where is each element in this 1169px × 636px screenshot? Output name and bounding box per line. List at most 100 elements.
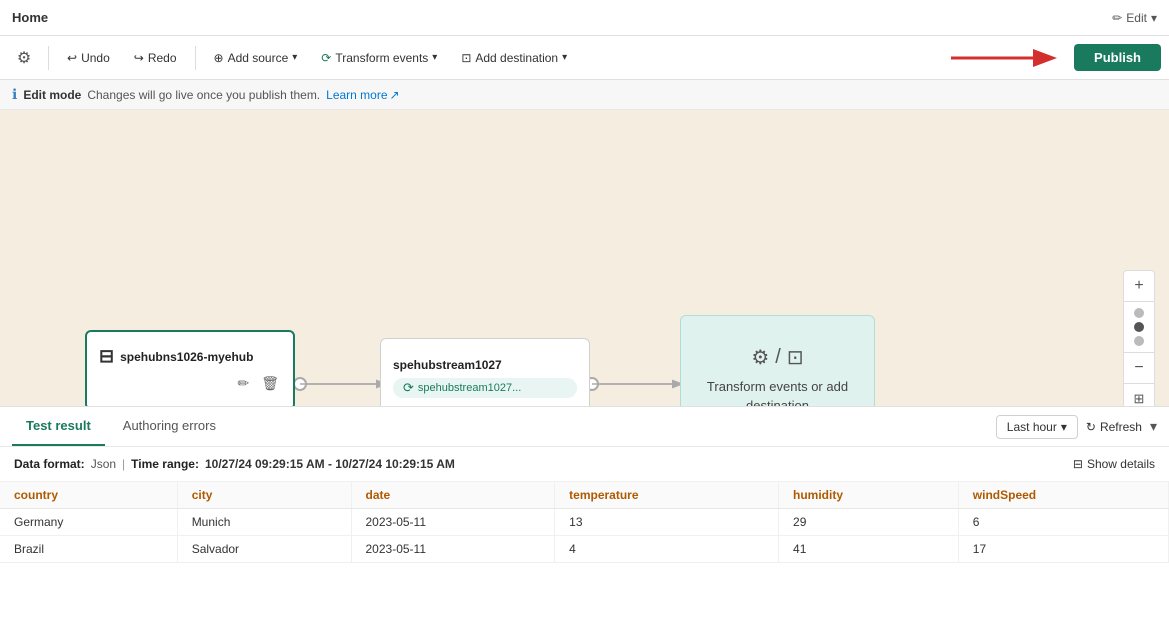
time-range-label: Time range: <box>131 457 199 471</box>
data-format-value: Json <box>91 457 116 471</box>
info-icon: ℹ <box>12 86 17 103</box>
edit-button[interactable]: ✏ Edit ▾ <box>1112 11 1157 25</box>
col-temperature: temperature <box>555 482 779 509</box>
add-destination-button[interactable]: ⊡ Add destination ▾ <box>451 47 577 69</box>
col-country: country <box>0 482 177 509</box>
data-table: country city date temperature humidity w… <box>0 482 1169 563</box>
settings-icon: ⚙ <box>17 48 31 68</box>
time-range-value: 10/27/24 09:29:15 AM - 10/27/24 10:29:15… <box>205 457 455 471</box>
time-filter-select[interactable]: Last hour ▾ <box>996 415 1078 439</box>
table-cell: 6 <box>958 509 1168 536</box>
time-filter-chevron-icon: ▾ <box>1061 420 1067 434</box>
canvas: ⊟ spehubns1026-myehub ✏ 🗑 spehubstream10… <box>0 110 1169 406</box>
tabs-bar: Test result Authoring errors Last hour ▾… <box>0 407 1169 447</box>
action-node[interactable]: ⚙ / ⊡ Transform events or add destinatio… <box>680 315 875 406</box>
title-bar: Home ✏ Edit ▾ <box>0 0 1169 36</box>
stream-node-name: spehubstream1027 <box>393 358 577 372</box>
tabs-right-controls: Last hour ▾ ↻ Refresh ▾ <box>996 415 1157 439</box>
undo-button[interactable]: ↩ Undo <box>57 47 120 69</box>
action-destination-icon: ⊡ <box>787 345 804 370</box>
edit-pencil-icon: ✏ <box>1112 11 1122 25</box>
zoom-out-button[interactable]: − <box>1124 353 1154 383</box>
table-row: BrazilSalvador2023-05-1144117 <box>0 536 1169 563</box>
add-source-label: Add source <box>228 51 289 65</box>
stream-tag: ⟳ spehubstream1027... <box>393 378 577 398</box>
add-source-chevron-icon: ▾ <box>292 52 297 63</box>
zoom-dot-1 <box>1134 308 1144 318</box>
zoom-in-button[interactable]: + <box>1124 271 1154 301</box>
action-separator: / <box>775 346 781 369</box>
add-source-button[interactable]: ⊕ Add source ▾ <box>204 47 308 69</box>
transform-events-label: Transform events <box>335 51 428 65</box>
toolbar-divider <box>48 46 49 70</box>
tab-authoring-errors[interactable]: Authoring errors <box>109 407 230 446</box>
edit-mode-label: Edit mode <box>23 88 81 102</box>
table-cell: Salvador <box>177 536 351 563</box>
table-cell: 17 <box>958 536 1168 563</box>
table-cell: Brazil <box>0 536 177 563</box>
zoom-dot-3 <box>1134 336 1144 346</box>
table-cell: 29 <box>779 509 959 536</box>
fit-view-button[interactable]: ⊞ <box>1124 384 1154 406</box>
edit-mode-message: Changes will go live once you publish th… <box>87 88 320 102</box>
tab-test-result[interactable]: Test result <box>12 407 105 446</box>
tabs-list: Test result Authoring errors <box>12 407 234 446</box>
action-node-icons: ⚙ / ⊡ <box>751 345 803 370</box>
data-table-container: country city date temperature humidity w… <box>0 482 1169 636</box>
publish-label: Publish <box>1094 50 1141 65</box>
table-cell: 4 <box>555 536 779 563</box>
zoom-dot-active <box>1134 322 1144 332</box>
toolbar-divider2 <box>195 46 196 70</box>
show-details-label: Show details <box>1087 457 1155 471</box>
zoom-slider <box>1134 302 1144 352</box>
tab-test-result-label: Test result <box>26 418 91 433</box>
source-delete-button[interactable]: 🗑 <box>259 373 281 394</box>
source-node-icon: ⊟ <box>99 346 114 367</box>
source-edit-button[interactable]: ✏ <box>235 373 251 394</box>
action-settings-icon: ⚙ <box>751 345 769 370</box>
publish-button[interactable]: Publish <box>1074 44 1161 71</box>
learn-more-link[interactable]: Learn more ↗ <box>326 88 399 102</box>
transform-icon: ⟳ <box>321 51 331 65</box>
add-destination-chevron-icon: ▾ <box>562 52 567 63</box>
edit-label: Edit <box>1126 11 1147 25</box>
table-cell: 2023-05-11 <box>351 536 555 563</box>
table-cell: 2023-05-11 <box>351 509 555 536</box>
table-cell: Munich <box>177 509 351 536</box>
stream-node: spehubstream1027 ⟳ spehubstream1027... <box>380 338 590 406</box>
action-node-text: Transform events or add destination <box>691 378 864 406</box>
table-cell: 41 <box>779 536 959 563</box>
table-cell: Germany <box>0 509 177 536</box>
table-header-row: country city date temperature humidity w… <box>0 482 1169 509</box>
expand-panel-button[interactable]: ▾ <box>1150 418 1157 435</box>
settings-button[interactable]: ⚙ <box>8 42 40 74</box>
add-destination-icon: ⊡ <box>461 51 471 65</box>
source-node: ⊟ spehubns1026-myehub ✏ 🗑 <box>85 330 295 406</box>
undo-icon: ↩ <box>67 51 77 65</box>
refresh-label: Refresh <box>1100 420 1142 434</box>
redo-label: Redo <box>148 51 177 65</box>
chevron-down-icon: ▾ <box>1151 11 1157 25</box>
expand-icon: ▾ <box>1150 418 1157 434</box>
edit-mode-bar: ℹ Edit mode Changes will go live once yo… <box>0 80 1169 110</box>
bottom-panel: Test result Authoring errors Last hour ▾… <box>0 406 1169 636</box>
col-windspeed: windSpeed <box>958 482 1168 509</box>
table-cell: 13 <box>555 509 779 536</box>
tab-authoring-errors-label: Authoring errors <box>123 418 216 433</box>
toolbar: ⚙ ↩ Undo ↪ Redo ⊕ Add source ▾ ⟳ Transfo… <box>0 36 1169 80</box>
learn-more-label: Learn more <box>326 88 387 102</box>
col-date: date <box>351 482 555 509</box>
annotation-arrow <box>946 40 1066 76</box>
show-details-button[interactable]: ⊟ Show details <box>1073 457 1155 471</box>
refresh-button[interactable]: ↻ Refresh <box>1086 420 1142 434</box>
col-humidity: humidity <box>779 482 959 509</box>
refresh-icon: ↻ <box>1086 420 1096 434</box>
stream-tag-label: spehubstream1027... <box>418 382 521 394</box>
external-link-icon: ↗ <box>390 88 400 102</box>
meta-separator: | <box>122 457 125 471</box>
redo-button[interactable]: ↪ Redo <box>124 47 187 69</box>
time-filter-label: Last hour <box>1007 420 1057 434</box>
transform-events-button[interactable]: ⟳ Transform events ▾ <box>311 47 447 69</box>
source-node-name: spehubns1026-myehub <box>120 350 253 364</box>
redo-icon: ↪ <box>134 51 144 65</box>
